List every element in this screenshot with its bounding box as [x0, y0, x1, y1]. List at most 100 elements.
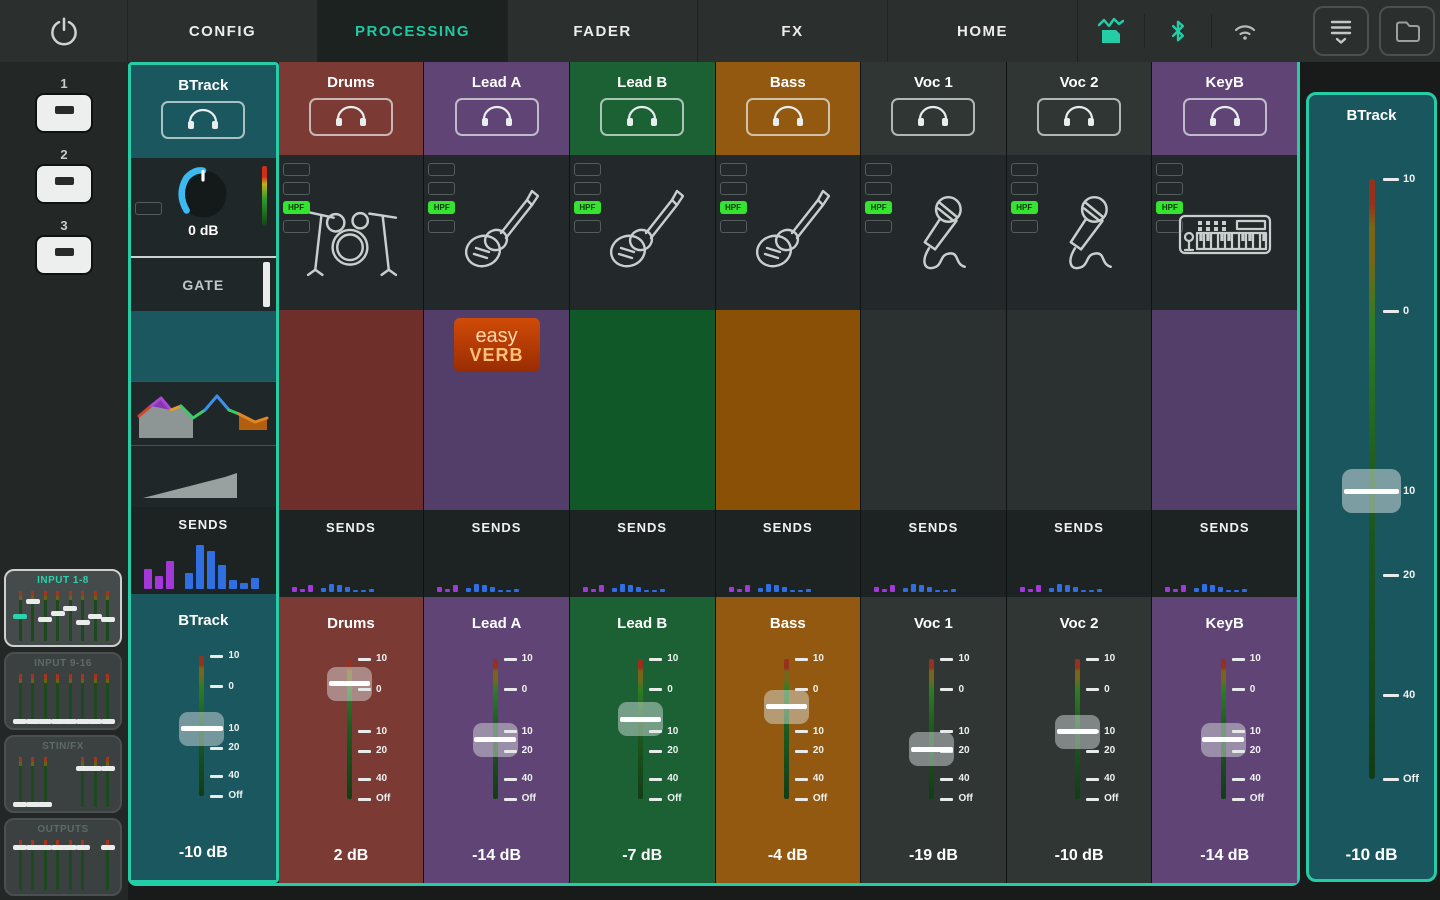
send-bar — [144, 569, 152, 589]
channel-fader: 100102040Off — [738, 659, 838, 799]
indicator-badge — [428, 182, 455, 195]
fader-tick — [504, 778, 517, 781]
headphone-solo-button[interactable] — [746, 98, 830, 136]
fader-track[interactable] — [784, 659, 789, 799]
gain-knob-section[interactable]: 0 dB — [131, 158, 276, 258]
bank-button-1[interactable]: 1 — [0, 76, 128, 133]
fader-handle[interactable] — [473, 723, 518, 757]
sends-section[interactable]: SENDS — [1152, 510, 1297, 597]
fader-handle[interactable] — [327, 667, 372, 701]
sends-section[interactable]: SENDS — [279, 510, 424, 597]
view-stin-fx[interactable]: STIN/FX — [4, 735, 122, 813]
hpf-badge: HPF — [283, 201, 310, 214]
channel-fx-block[interactable] — [1152, 310, 1297, 510]
channel-header[interactable]: Bass — [716, 62, 861, 155]
headphone-solo-button[interactable] — [161, 101, 245, 139]
fader-tick-label: Off — [1403, 773, 1419, 785]
channel-header[interactable]: Voc 1 — [861, 62, 1006, 155]
fader-handle[interactable] — [764, 690, 809, 724]
channel-fx-block[interactable] — [570, 310, 715, 510]
wifi-icon[interactable] — [1212, 19, 1278, 43]
send-bar — [1081, 590, 1086, 592]
gate-depth-meter — [263, 262, 270, 307]
indicator-badges: HPF — [428, 163, 455, 233]
fader-tick — [504, 658, 517, 661]
headphone-solo-button[interactable] — [1037, 98, 1121, 136]
gate-section[interactable]: GATE — [131, 258, 276, 311]
fader-tick-label: 0 — [228, 681, 234, 692]
fader-handle[interactable] — [1055, 715, 1100, 749]
sends-section[interactable]: SENDS — [570, 510, 715, 597]
headphone-solo-button[interactable] — [600, 98, 684, 136]
channel-fader-zone: Voc 1100102040Off-19 dB — [861, 597, 1006, 883]
mic-icon — [1042, 190, 1116, 276]
sends-section[interactable]: SENDS — [424, 510, 569, 597]
send-bar — [1097, 589, 1102, 592]
channel-fx-block[interactable] — [279, 310, 424, 510]
easyverb-fx-badge[interactable]: easyVERB — [454, 318, 540, 372]
indicator-badge — [1011, 163, 1038, 176]
headphones-icon — [915, 105, 951, 129]
fader-handle[interactable] — [179, 712, 224, 746]
send-bar — [445, 589, 450, 592]
fader-handle[interactable] — [909, 732, 954, 766]
view-input-1-8[interactable]: INPUT 1-8 — [4, 569, 122, 647]
fader-track[interactable] — [929, 659, 934, 799]
headphone-solo-button[interactable] — [309, 98, 393, 136]
bank-button-2[interactable]: 2 — [0, 147, 128, 204]
headphones-icon — [770, 105, 806, 129]
headphone-solo-button[interactable] — [455, 98, 539, 136]
channel-header[interactable]: KeyB — [1152, 62, 1297, 155]
send-bar — [1036, 585, 1041, 592]
view-label: STIN/FX — [6, 737, 120, 752]
channel-header[interactable]: Drums — [279, 62, 424, 155]
fader-handle[interactable] — [618, 702, 663, 736]
channel-header[interactable]: Voc 2 — [1007, 62, 1152, 155]
fader-handle[interactable] — [1342, 469, 1401, 513]
channel-fx-block[interactable] — [861, 310, 1006, 510]
headphone-solo-button[interactable] — [891, 98, 975, 136]
channel-fx-block[interactable]: easyVERB — [424, 310, 569, 510]
power-button[interactable] — [0, 0, 128, 62]
headphone-solo-button[interactable] — [1183, 98, 1267, 136]
channel-header[interactable]: Lead A — [424, 62, 569, 155]
channel-header[interactable]: Lead B — [570, 62, 715, 155]
fader-tick — [795, 798, 808, 801]
menu-button[interactable] — [1313, 6, 1369, 56]
view-input-9-16[interactable]: INPUT 9-16 — [4, 652, 122, 730]
channel-icon-area[interactable]: HPF — [570, 155, 715, 310]
channel-header[interactable]: BTrack — [131, 65, 276, 158]
bluetooth-icon[interactable] — [1145, 18, 1211, 44]
mini-fader-track — [106, 757, 109, 807]
channel-icon-area[interactable]: HPF — [861, 155, 1006, 310]
sends-section[interactable]: SENDS — [131, 507, 276, 594]
recorder-media-icon[interactable] — [1078, 15, 1144, 47]
tab-home[interactable]: HOME — [888, 0, 1078, 62]
fader-tick — [504, 688, 517, 691]
fader-tick — [1086, 778, 1099, 781]
bank-button-3[interactable]: 3 — [0, 218, 128, 275]
channel-fx-block[interactable] — [1007, 310, 1152, 510]
fader-tick — [649, 798, 662, 801]
channel-icon-area[interactable]: HPF — [279, 155, 424, 310]
channel-fx-block[interactable] — [716, 310, 861, 510]
channel-icon-area[interactable]: HPF — [424, 155, 569, 310]
channel-icon-area[interactable]: HPF — [716, 155, 861, 310]
channel-fader: 100102040Off — [592, 659, 692, 799]
sends-section[interactable]: SENDS — [1007, 510, 1152, 597]
view-outputs[interactable]: OUTPUTS — [4, 818, 122, 896]
eq-thumbnail[interactable] — [131, 381, 276, 445]
tab-fx[interactable]: FX — [698, 0, 888, 62]
fader-handle[interactable] — [1201, 723, 1246, 757]
tab-fader[interactable]: FADER — [508, 0, 698, 62]
files-button[interactable] — [1379, 6, 1435, 56]
sends-section[interactable]: SENDS — [716, 510, 861, 597]
compressor-thumbnail[interactable] — [131, 445, 276, 507]
tab-config[interactable]: CONFIG — [128, 0, 318, 62]
channel-icon-area[interactable]: HPF — [1152, 155, 1297, 310]
tab-processing[interactable]: PROCESSING — [318, 0, 508, 62]
gain-knob[interactable] — [173, 164, 233, 224]
sends-section[interactable]: SENDS — [861, 510, 1006, 597]
fader-tick — [1086, 688, 1099, 691]
channel-icon-area[interactable]: HPF — [1007, 155, 1152, 310]
